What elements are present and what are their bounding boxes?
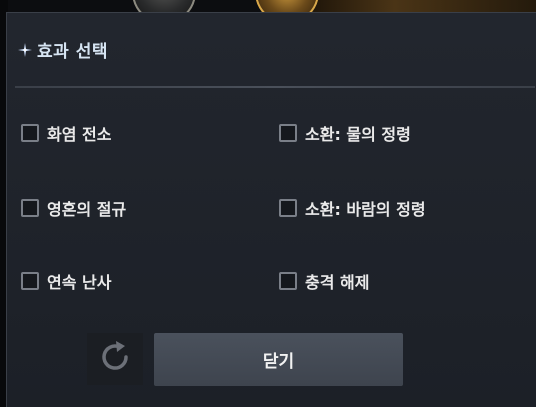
sparkle-icon (17, 42, 33, 58)
option-shock-release[interactable]: 충격 해제 (279, 269, 369, 293)
option-label: 영혼의 절규 (47, 200, 127, 219)
option-label: 소환: 물의 정령 (305, 125, 411, 144)
checkbox[interactable] (279, 272, 297, 290)
checkbox[interactable] (21, 124, 39, 142)
dialog-header: 효과 선택 (17, 37, 108, 62)
option-summon-water-spirit[interactable]: 소환: 물의 정령 (279, 121, 411, 145)
option-fire-burn[interactable]: 화염 전소 (21, 121, 111, 145)
game-screen: 효과 선택 화염 전소 영혼의 절규 연속 난사 소환: 물의 정령 소환: 바… (0, 0, 536, 407)
option-label: 충격 해제 (305, 273, 370, 292)
checkbox[interactable] (279, 199, 297, 217)
option-label: 연속 난사 (47, 273, 112, 292)
close-button[interactable]: 닫기 (154, 333, 403, 386)
option-label: 소환: 바람의 정령 (305, 200, 426, 219)
option-soul-scream[interactable]: 영혼의 절규 (21, 196, 126, 220)
option-rapid-fire[interactable]: 연속 난사 (21, 269, 111, 293)
option-summon-wind-spirit[interactable]: 소환: 바람의 정령 (279, 196, 426, 220)
effect-select-dialog: 효과 선택 화염 전소 영혼의 절규 연속 난사 소환: 물의 정령 소환: 바… (6, 12, 536, 407)
refresh-icon (96, 338, 134, 380)
checkbox[interactable] (279, 124, 297, 142)
checkbox[interactable] (21, 272, 39, 290)
dialog-title: 효과 선택 (37, 42, 108, 62)
header-divider (15, 86, 535, 88)
refresh-button[interactable] (87, 333, 143, 385)
option-label: 화염 전소 (47, 125, 112, 144)
checkbox[interactable] (21, 199, 39, 217)
